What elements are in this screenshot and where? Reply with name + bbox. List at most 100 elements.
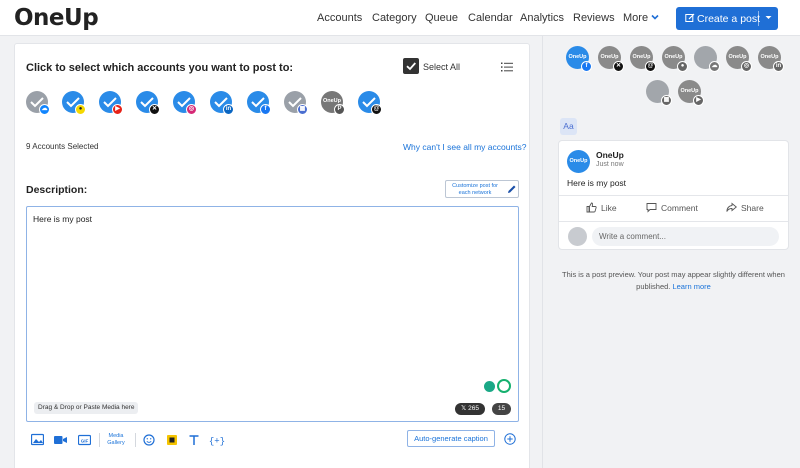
video-icon[interactable] [54,433,67,447]
add-icon[interactable] [504,433,516,445]
thumbs-up-icon [586,202,597,213]
drop-media-hint[interactable]: Drag & Drop or Paste Media here [34,402,139,414]
preview-avatar-bluesky[interactable]: ☁ [694,46,720,72]
toolbar-divider [135,433,136,447]
create-post-label: Create a post [697,13,761,25]
share-label: Share [741,203,764,213]
customize-post-button[interactable]: Customize post for each network [445,180,519,198]
x-char-count: 𝕏 265 [455,403,485,415]
nav-accounts[interactable]: Accounts [317,12,362,24]
nav-queue[interactable]: Queue [425,12,458,24]
preview-avatar-instagram[interactable]: OneUp ◎ [726,46,752,72]
preview-avatar-google-business[interactable]: ▦ [646,80,672,106]
preview-avatar-snapchat[interactable]: OneUp ● [662,46,688,72]
x-icon: ✕ [149,104,160,115]
description-editor[interactable]: Here is my post Drag & Drop or Paste Med… [26,206,519,422]
select-all-checkbox[interactable] [403,58,419,74]
account-select-title: Click to select which accounts you want … [26,62,294,74]
preview-avatar-facebook[interactable]: OneUp f [566,46,592,72]
nav-calendar[interactable]: Calendar [468,12,513,24]
account-avatar-instagram[interactable]: ◎ [173,91,197,115]
google-business-icon: ▦ [297,104,308,115]
media-gallery-button[interactable]: Media Gallery [105,433,127,446]
avatar: OneUp [567,150,590,173]
nav-analytics[interactable]: Analytics [520,12,564,24]
image-icon[interactable] [31,433,44,447]
youtube-icon: ▶ [112,104,123,115]
x-icon: ✕ [613,61,624,72]
oneup-logo[interactable]: OneUp [14,5,99,31]
oneup-avatar-text: OneUp [664,54,683,60]
giphy-icon[interactable] [166,433,178,447]
font-toggle-button[interactable]: Aa [560,118,577,135]
pencil-icon [508,185,516,193]
comment-input: Write a comment... [592,227,779,246]
snapchat-icon: ● [75,104,86,115]
post-time: Just now [596,161,624,168]
oneup-avatar-text: OneUp [680,88,699,94]
auto-generate-caption-button[interactable]: Auto-generate caption [407,430,495,447]
preview-panel: OneUp f OneUp ✕ OneUp @ OneUp ● ☁ OneUp … [542,36,800,468]
list-view-icon[interactable] [501,62,513,72]
account-avatar-pinterest[interactable]: OneUp P [321,91,345,115]
preview-disclaimer: This is a post preview. Your post may ap… [558,269,789,293]
account-avatar-bluesky[interactable]: ☁ [26,91,50,115]
like-label: Like [601,203,617,213]
preview-avatar-threads[interactable]: OneUp @ [630,46,656,72]
nav-more[interactable]: More [623,12,659,24]
divider [559,221,788,222]
account-avatar-youtube[interactable]: ▶ [99,91,123,115]
emoji-icon[interactable] [143,433,155,447]
instagram-icon: ◎ [186,104,197,115]
page-name: OneUp [596,150,624,160]
svg-text:GIF: GIF [81,438,89,443]
text-format-icon[interactable] [188,433,200,447]
preview-avatar-linkedin[interactable]: OneUp in [758,46,784,72]
accounts-selected-count: 9 Accounts Selected [26,142,99,151]
customize-post-label: Customize post for each network [452,183,498,196]
account-avatar-threads[interactable]: @ [358,91,382,115]
account-avatar-snapchat[interactable]: ● [62,91,86,115]
oneup-avatar-text: OneUp [728,54,747,60]
grammarly-bulb-icon[interactable] [484,381,495,392]
account-avatar-linkedin[interactable]: in [210,91,234,115]
linkedin-icon: in [223,104,234,115]
nav-category[interactable]: Category [372,12,417,24]
create-post-button[interactable]: Create a post [676,7,778,30]
youtube-icon: ▶ [693,95,704,106]
oneup-avatar-text: OneUp [569,158,588,164]
learn-more-link[interactable]: Learn more [672,282,710,291]
snapchat-icon: ● [677,61,688,72]
select-all-label[interactable]: Select All [423,62,460,72]
preview-avatar-youtube[interactable]: OneUp ▶ [678,80,704,106]
facebook-icon: f [581,61,592,72]
google-business-icon: ▦ [661,95,672,106]
chevron-down-icon [651,14,659,20]
oneup-avatar-text: OneUp [632,54,651,60]
grammarly-icon[interactable] [497,379,511,393]
instagram-icon: ◎ [741,61,752,72]
description-text: Here is my post [33,214,93,224]
oneup-avatar-text: OneUp [760,54,779,60]
facebook-preview-card: OneUp OneUp Just now Here is my post Lik… [558,140,789,250]
oneup-avatar-text: OneUp [600,54,619,60]
account-avatar-x[interactable]: ✕ [136,91,160,115]
nav-reviews[interactable]: Reviews [573,12,615,24]
bluesky-icon: ☁ [709,61,720,72]
dropdown-caret-icon[interactable] [764,13,773,22]
variables-icon[interactable]: {+} [209,433,225,447]
account-avatar-facebook[interactable]: f [247,91,271,115]
comment-label: Comment [661,203,698,213]
pinterest-icon: P [334,104,345,115]
threads-icon: @ [371,104,382,115]
bluesky-icon: ☁ [39,104,50,115]
why-accounts-link[interactable]: Why can't I see all my accounts? [403,142,527,152]
compose-panel: Click to select which accounts you want … [14,43,530,468]
comment-icon [646,203,657,213]
description-label: Description: [26,184,88,196]
account-avatar-google-business[interactable]: ▦ [284,91,308,115]
gif-icon[interactable]: GIF [78,433,91,447]
edit-icon [685,13,695,22]
preview-avatar-x[interactable]: OneUp ✕ [598,46,624,72]
linkedin-icon: in [773,61,784,72]
